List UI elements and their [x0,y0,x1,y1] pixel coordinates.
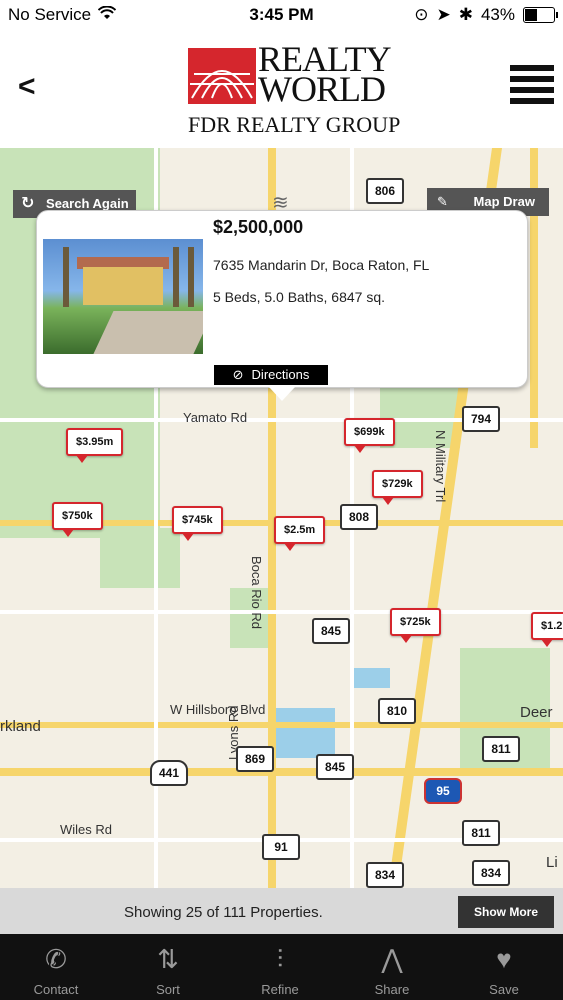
tab-label: Refine [261,982,299,997]
list-menu-icon[interactable] [510,65,554,105]
tab-label: Share [374,982,410,997]
road-label: Deer [520,704,553,721]
highway-shield: 441 [150,760,188,786]
tab-label: Sort [156,982,180,997]
logo-subtitle: FDR REALTY GROUP [188,112,401,137]
search-again-label: Search Again [46,196,129,211]
highway-shield: 810 [378,698,416,724]
directions-button[interactable]: ⊘ Directions [214,365,328,385]
refresh-icon: ↻ [21,195,35,212]
tab-sort[interactable]: ⇅ Sort [112,934,224,1000]
highway-shield: 806 [366,178,404,204]
logo-line2: WORLD [258,69,386,109]
tab-refine[interactable]: ⫶ Refine [224,934,336,1000]
sliders-icon: ⫶ [276,944,284,974]
water-area [350,668,390,688]
results-bar: Showing 25 of 111 Properties. Show More [0,888,563,934]
road [0,722,563,728]
price-pin[interactable]: $1.2 [531,612,563,647]
property-address: 7635 Mandarin Dr, Boca Raton, FL [213,257,430,273]
app-header: < REALTY WORLD FDR REALTY GROUP [0,30,563,149]
road-label: Wiles Rd [60,822,113,837]
price-pin[interactable]: $750k [52,502,103,537]
location-icon: ➤ [436,5,451,24]
highway-shield: 834 [366,862,404,888]
highway-shield: 808 [340,504,378,530]
highway-shield: 869 [236,746,274,772]
green-area [100,528,180,588]
share-icon: ⋀ [381,944,403,974]
highway-shield: 811 [462,820,500,846]
directions-label: Directions [251,367,310,382]
price-pin[interactable]: $745k [172,506,223,541]
road-label: W Hillsboro Blvd [170,702,266,717]
back-chevron-icon[interactable]: < [18,70,36,104]
road-label: N Military Trl [433,430,448,503]
road [0,768,563,776]
heart-icon: ♥ [496,944,512,974]
tab-share[interactable]: ⋀ Share [336,934,448,1000]
status-bar: No Service 3:45 PM ⊙ ➤ ✱ 43% [0,0,563,30]
price-pin[interactable]: $2.5m [274,516,326,551]
map-draw-label: Map Draw [473,194,535,209]
tab-label: Contact [33,982,79,997]
logo-wordmark: REALTY WORLD [258,41,392,109]
tab-label: Save [489,982,519,997]
road-label: Boca Rio Rd [249,556,264,629]
show-more-button[interactable]: Show More [458,896,554,928]
property-popup[interactable]: $2,500,000 7635 Mandarin Dr, Boca Raton,… [36,210,528,401]
road-label: Yamato Rd [183,410,248,425]
highway-shield: 845 [316,754,354,780]
compass-icon: ⊘ [232,367,244,382]
property-photo[interactable] [43,239,203,354]
road-label: rkland [0,718,41,735]
road [0,610,563,614]
battery-percent: 43% [480,5,515,24]
results-count: Showing 25 of 111 Properties. [124,904,323,921]
highway-shield: 95 [424,778,462,804]
orientation-lock-icon: ⊙ [414,5,429,24]
phone-icon: ✆ [45,944,67,974]
realty-world-globe-icon [188,48,256,104]
highway-shield: 845 [312,618,350,644]
battery-icon [523,7,558,23]
highway-shield: 794 [462,406,500,432]
pencil-icon: ✎ [437,194,448,209]
tab-contact[interactable]: ✆ Contact [0,934,112,1000]
price-pin[interactable]: $729k [372,470,423,505]
water-area [275,708,335,758]
sort-arrows-icon: ⇅ [157,944,179,974]
price-pin[interactable]: $725k [390,608,441,643]
highway-shield: 834 [472,860,510,886]
price-pin[interactable]: $699k [344,418,395,453]
property-map[interactable]: Yamato Rd Boca Rio Rd N Military Trl W H… [0,148,563,888]
bottom-tab-bar: ✆ Contact ⇅ Sort ⫶ Refine ⋀ Share ♥ Save [0,934,563,1000]
property-price: $2,500,000 [213,217,304,237]
bluetooth-icon: ✱ [458,5,473,24]
price-pin[interactable]: $3.95m [66,428,124,463]
road-label: Li [546,854,558,871]
tab-save[interactable]: ♥ Save [448,934,560,1000]
highway-shield: 811 [482,736,520,762]
highway-shield: 91 [262,834,300,860]
property-details: 5 Beds, 5.0 Baths, 6847 sq. [213,289,386,305]
